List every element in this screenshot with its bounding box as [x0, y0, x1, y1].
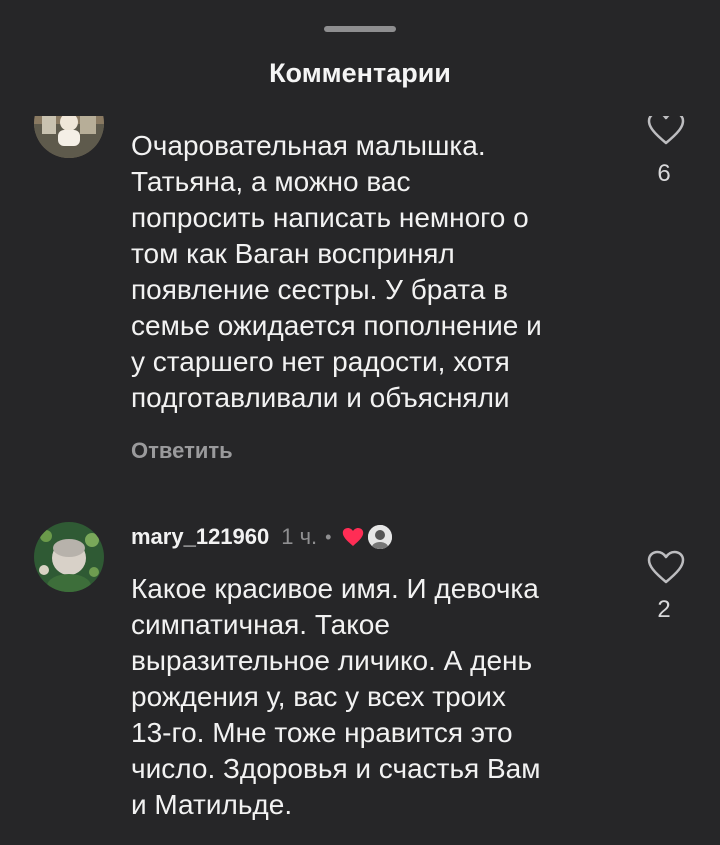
username[interactable]: mary_121960: [131, 524, 269, 550]
comments-sheet: Комментарии Очаровательная малышка. Тать…: [0, 0, 720, 845]
comment-meta: mary_121960 1 ч. •: [131, 522, 393, 552]
like-count: 2: [657, 596, 671, 623]
timestamp: 1 ч.: [281, 524, 318, 549]
heart-filled-icon: [343, 528, 364, 546]
like-button[interactable]: [646, 116, 686, 146]
avatar[interactable]: [34, 116, 104, 158]
comments-list[interactable]: Очаровательная малышка. Татьяна, а можно…: [0, 116, 720, 845]
heart-outline-icon: [647, 550, 685, 584]
author-liked-badge: [341, 525, 393, 549]
like-button[interactable]: [646, 549, 686, 585]
drag-handle[interactable]: [324, 26, 396, 32]
author-mini-avatar: [368, 525, 393, 549]
avatar[interactable]: [34, 522, 104, 592]
reply-button[interactable]: Ответить: [131, 438, 233, 464]
comment-text: Какое красивое имя. И девочка симпатична…: [131, 573, 541, 820]
sheet-title: Комментарии: [269, 58, 451, 88]
heart-outline-icon: [647, 116, 685, 145]
comment-text: Очаровательная малышка. Татьяна, а можно…: [131, 130, 542, 413]
like-count: 6: [657, 160, 671, 187]
meta-separator: •: [325, 526, 332, 547]
